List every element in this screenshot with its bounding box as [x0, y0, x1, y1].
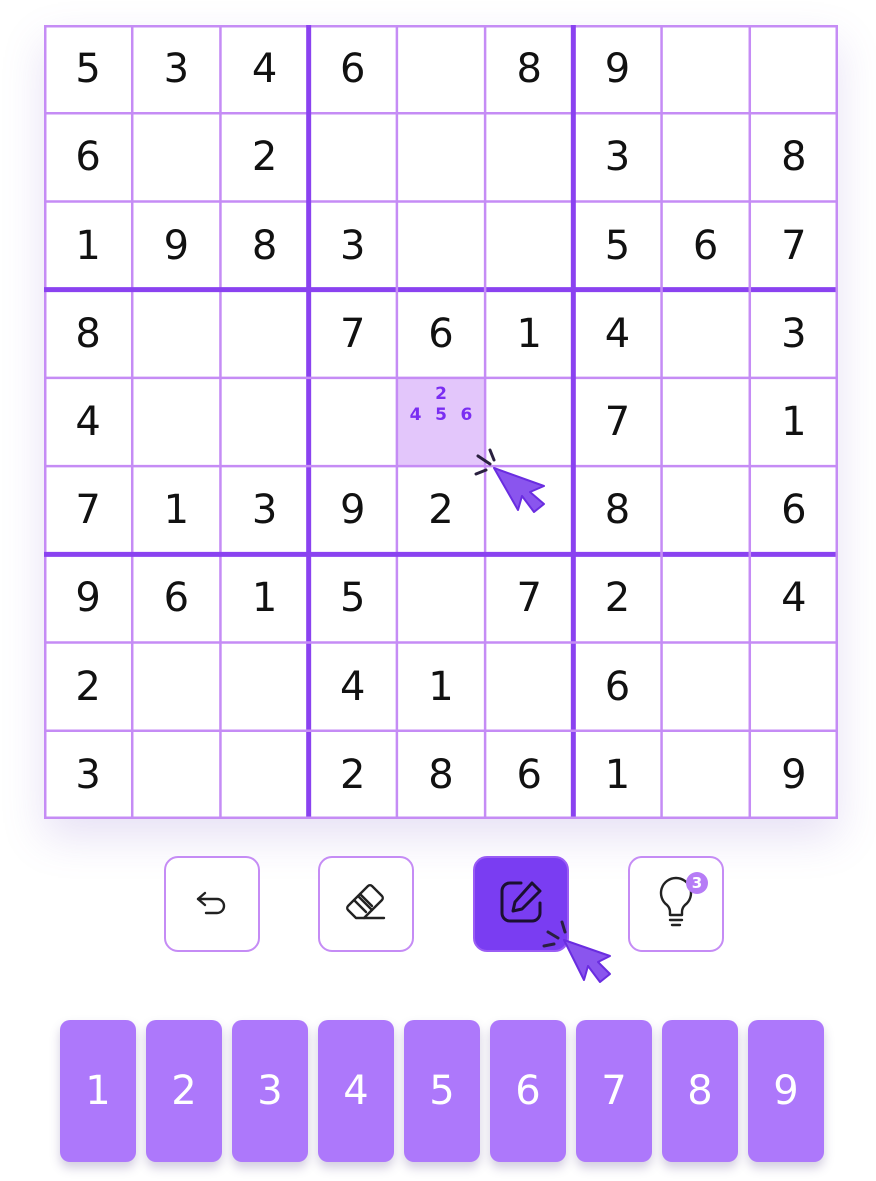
number-button-5[interactable]: 5	[404, 1020, 480, 1162]
hint-button[interactable]: 3	[628, 856, 724, 952]
undo-icon	[192, 882, 232, 926]
number-button-8[interactable]: 8	[662, 1020, 738, 1162]
undo-button[interactable]	[164, 856, 260, 952]
hint-count-badge: 3	[686, 872, 708, 894]
number-button-3[interactable]: 3	[232, 1020, 308, 1162]
number-button-1[interactable]: 1	[60, 1020, 136, 1162]
number-button-6[interactable]: 6	[490, 1020, 566, 1162]
notes-toggle-button[interactable]	[473, 856, 569, 952]
grid-lines	[44, 25, 838, 819]
pencil-edit-icon	[494, 875, 548, 933]
number-button-9[interactable]: 9	[748, 1020, 824, 1162]
erase-button[interactable]	[318, 856, 414, 952]
sudoku-board: 5346896238198356787614342456717139286961…	[44, 25, 838, 819]
number-button-7[interactable]: 7	[576, 1020, 652, 1162]
number-button-2[interactable]: 2	[146, 1020, 222, 1162]
eraser-icon	[340, 876, 392, 932]
number-button-4[interactable]: 4	[318, 1020, 394, 1162]
